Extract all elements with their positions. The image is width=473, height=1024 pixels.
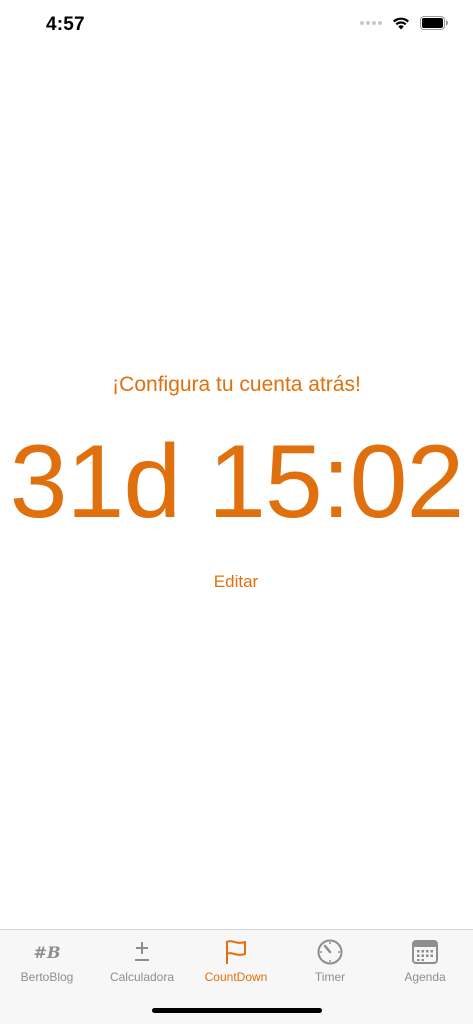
tab-countdown[interactable]: CountDown	[189, 930, 283, 990]
tab-label: Timer	[314, 970, 346, 984]
status-icons	[360, 16, 449, 30]
status-time: 4:57	[46, 14, 85, 35]
tab-label: Agenda	[404, 970, 446, 984]
tab-agenda[interactable]: Agenda	[378, 930, 472, 990]
status-bar: 4:57	[0, 0, 473, 52]
screen: 4:57 ¡Configura tu cuenta atrás! 31d 15:…	[0, 0, 473, 1024]
timer-icon	[283, 938, 377, 966]
tab-label: CountDown	[204, 970, 268, 984]
calendar-icon	[378, 938, 472, 966]
home-indicator[interactable]	[152, 1008, 322, 1013]
countdown-subtitle: ¡Configura tu cuenta atrás!	[112, 373, 361, 396]
wifi-icon	[393, 17, 409, 30]
edit-button[interactable]: Editar	[186, 572, 286, 592]
tab-timer[interactable]: Timer	[283, 930, 377, 990]
battery-icon	[420, 16, 448, 30]
tab-label: BertoBlog	[20, 970, 74, 984]
cellular-signal-icon	[360, 21, 382, 25]
flag-icon	[189, 938, 283, 966]
tab-calculadora[interactable]: Calculadora	[95, 930, 189, 990]
tab-bertoblog[interactable]: #B BertoBlog	[0, 930, 94, 990]
tab-label: Calculadora	[109, 970, 175, 984]
plus-minus-icon	[95, 938, 189, 966]
countdown-value: 31d 15:02	[9, 424, 465, 540]
hash-b-icon: #B	[33, 942, 61, 962]
